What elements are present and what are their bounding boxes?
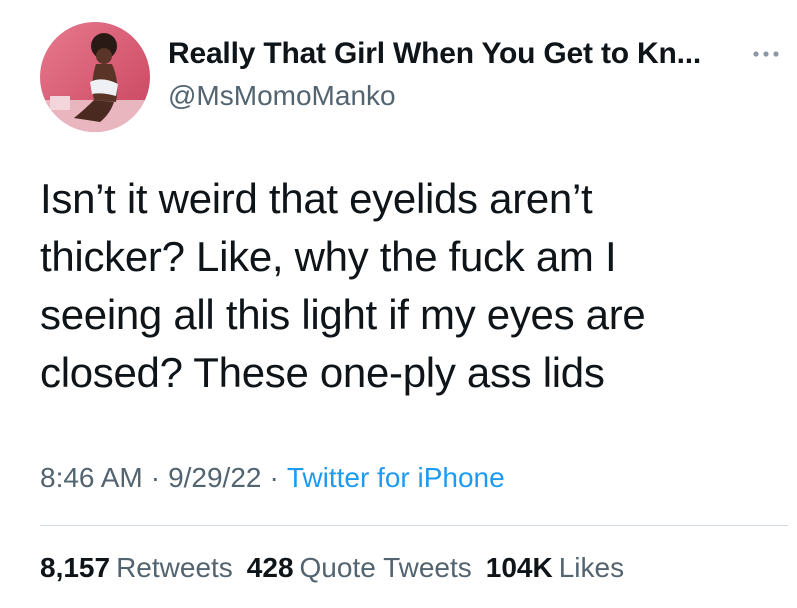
divider [40,525,788,526]
retweets-count: 8,157 [40,552,111,583]
quote-tweets-stat[interactable]: 428 Quote Tweets [247,552,472,583]
author-handle[interactable]: @MsMomoManko [168,80,396,112]
retweets-stat[interactable]: 8,157 Retweets [40,552,233,583]
tweet-stats: 8,157 Retweets 428 Quote Tweets 104K Likes [40,552,638,584]
likes-count: 104K [485,552,553,583]
profile-photo-icon [40,22,150,132]
tweet-card: Really That Girl When You Get to Kn... @… [0,0,797,608]
quote-tweets-label: Quote Tweets [299,552,472,583]
retweets-label: Retweets [116,552,233,583]
likes-label: Likes [558,552,625,583]
quote-tweets-count: 428 [246,552,294,583]
tweet-date[interactable]: 9/29/22 [168,462,261,493]
author-display-name[interactable]: Really That Girl When You Get to Kn... [168,37,701,71]
tweet-source-link[interactable]: Twitter for iPhone [287,462,505,493]
meta-separator: · [269,462,279,493]
avatar[interactable] [40,22,150,132]
tweet-text: Isn’t it weird that eyelids aren’t thick… [40,175,646,396]
tweet-meta: 8:46 AM · 9/29/22 · Twitter for iPhone [40,462,505,494]
tweet-time[interactable]: 8:46 AM [40,462,143,493]
meta-separator: · [150,462,161,493]
more-dots-icon[interactable] [746,44,786,64]
likes-stat[interactable]: 104K Likes [486,552,624,583]
